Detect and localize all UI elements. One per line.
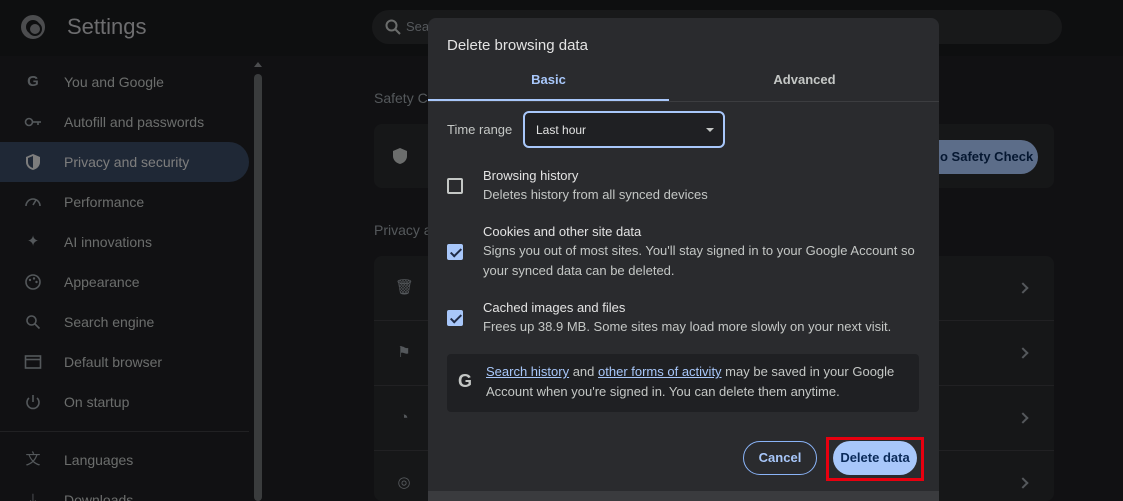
dropdown-caret-icon	[706, 128, 714, 132]
option-description: Deletes history from all synced devices	[483, 187, 708, 202]
browsing-history-checkbox[interactable]	[447, 178, 463, 194]
info-connector-text: and	[569, 364, 599, 379]
other-activity-link[interactable]: other forms of activity	[598, 364, 722, 379]
cookies-checkbox[interactable]	[447, 244, 463, 260]
delete-data-button[interactable]: Delete data	[833, 441, 917, 475]
time-range-label: Time range	[447, 122, 513, 137]
option-description: Frees up 38.9 MB. Some sites may load mo…	[483, 319, 892, 334]
info-text: Search history and other forms of activi…	[486, 362, 906, 402]
cancel-button[interactable]: Cancel	[743, 441, 817, 475]
tab-advanced[interactable]: Advanced	[684, 72, 925, 100]
time-range-value: Last hour	[536, 123, 587, 137]
google-icon: G	[457, 371, 472, 391]
tab-basic[interactable]: Basic	[428, 72, 669, 100]
delete-browsing-data-dialog: Delete browsing data Basic Advanced Time…	[428, 18, 939, 501]
time-range-select[interactable]: Last hour	[523, 111, 725, 148]
tab-divider	[428, 101, 939, 102]
info-box: G Search history and other forms of acti…	[447, 354, 919, 412]
option-title: Cached images and files	[483, 300, 626, 315]
dialog-title: Delete browsing data	[447, 37, 588, 54]
option-title: Browsing history	[483, 168, 579, 183]
option-title: Cookies and other site data	[483, 224, 642, 239]
search-history-link[interactable]: Search history	[486, 364, 569, 379]
dialog-footer	[428, 491, 939, 501]
option-description: Signs you out of most sites. You'll stay…	[483, 243, 915, 278]
cached-images-checkbox[interactable]	[447, 310, 463, 326]
